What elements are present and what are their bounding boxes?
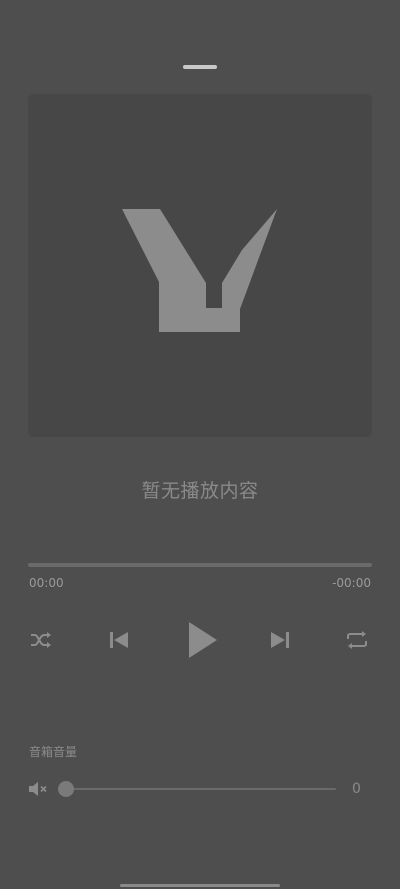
play-button[interactable] bbox=[182, 618, 224, 662]
previous-track-button[interactable] bbox=[104, 626, 134, 654]
volume-slider[interactable] bbox=[58, 779, 338, 799]
speaker-mute-icon bbox=[28, 780, 48, 798]
track-title: 暂无播放内容 bbox=[141, 480, 259, 502]
home-indicator bbox=[120, 884, 280, 887]
album-artwork bbox=[28, 94, 372, 437]
volume-slider-thumb[interactable] bbox=[58, 781, 74, 797]
shuffle-icon bbox=[31, 632, 51, 648]
next-track-button[interactable] bbox=[265, 626, 295, 654]
play-icon bbox=[189, 622, 217, 658]
sheet-grabber-handle[interactable] bbox=[183, 65, 217, 69]
speaker-volume-label: 音箱音量 bbox=[29, 745, 78, 759]
playback-progress-bar[interactable] bbox=[28, 563, 372, 567]
time-elapsed: 00:00 bbox=[29, 576, 64, 590]
now-playing-screen: 暂无播放内容 00:00 -00:00 音箱音量 0 bbox=[0, 0, 400, 889]
shuffle-button[interactable] bbox=[26, 626, 56, 654]
app-logo-icon bbox=[122, 209, 277, 332]
repeat-icon bbox=[347, 631, 367, 649]
volume-slider-track bbox=[66, 788, 336, 790]
volume-value: 0 bbox=[352, 781, 361, 797]
repeat-button[interactable] bbox=[342, 626, 372, 654]
time-remaining: -00:00 bbox=[332, 576, 371, 590]
skip-next-icon bbox=[271, 632, 289, 648]
skip-previous-icon bbox=[110, 632, 128, 648]
